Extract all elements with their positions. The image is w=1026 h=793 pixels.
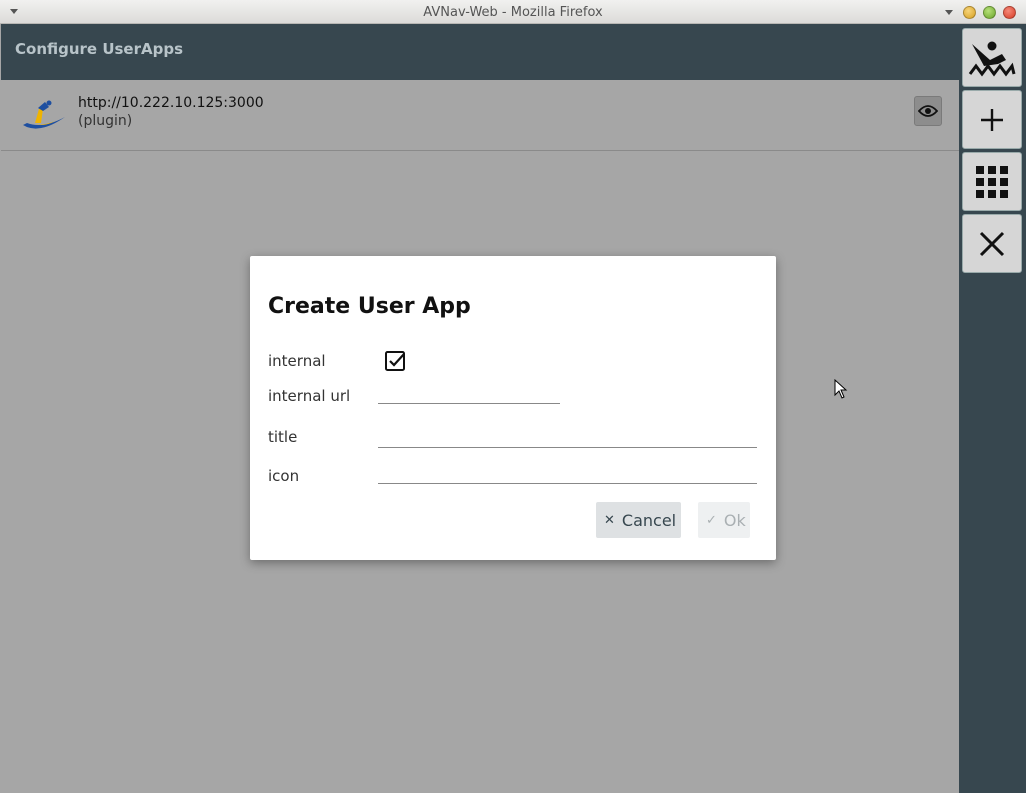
app-logo-icon [23, 100, 65, 129]
cancel-button[interactable]: ✕ Cancel [596, 502, 681, 538]
icon-label: icon [268, 467, 300, 485]
title-field[interactable] [378, 424, 757, 448]
app-kind: (plugin) [78, 113, 133, 129]
eye-icon [918, 105, 938, 117]
app-url: http://10.222.10.125:3000 [78, 95, 264, 111]
page-title: Configure UserApps [15, 40, 184, 58]
cancel-label: Cancel [621, 510, 677, 530]
close-button[interactable] [962, 214, 1022, 273]
plus-icon [981, 108, 1003, 131]
checkbox-checked-icon [385, 351, 405, 371]
ok-check-icon: ✓ [706, 512, 717, 528]
window-maximize-button[interactable] [983, 6, 996, 19]
window-titlebar: AVNav-Web - Mozilla Firefox [0, 0, 1026, 24]
mouse-cursor-icon [834, 379, 848, 399]
internal-url-field[interactable] [378, 380, 560, 404]
list-item[interactable]: http://10.222.10.125:3000 (plugin) [1, 80, 959, 151]
grid-icon [976, 165, 1008, 198]
anchor-watch-icon [968, 41, 1016, 76]
app-header: Configure UserApps [1, 24, 959, 80]
window-title: AVNav-Web - Mozilla Firefox [423, 5, 603, 20]
anchor-watch-button[interactable] [962, 28, 1022, 87]
visibility-button[interactable] [914, 96, 942, 126]
apps-grid-button[interactable] [962, 152, 1022, 211]
dialog-title: Create User App [268, 294, 471, 319]
button-bar [959, 24, 1026, 793]
title-label: title [268, 428, 298, 446]
window-close-button[interactable] [1003, 6, 1016, 19]
window-minimize-button[interactable] [963, 6, 976, 19]
close-icon [979, 231, 1005, 256]
icon-field[interactable] [378, 460, 757, 484]
cancel-x-icon: ✕ [604, 512, 615, 528]
internal-checkbox[interactable] [384, 350, 408, 374]
ok-button[interactable]: ✓ Ok [698, 502, 750, 538]
ok-label: Ok [723, 510, 746, 530]
internal-url-label: internal url [268, 387, 351, 405]
window-dropdown-icon[interactable] [945, 10, 953, 15]
add-button[interactable] [962, 90, 1022, 149]
create-user-app-dialog: Create User App internal internal url ti… [250, 256, 776, 560]
internal-label: internal [268, 352, 326, 370]
